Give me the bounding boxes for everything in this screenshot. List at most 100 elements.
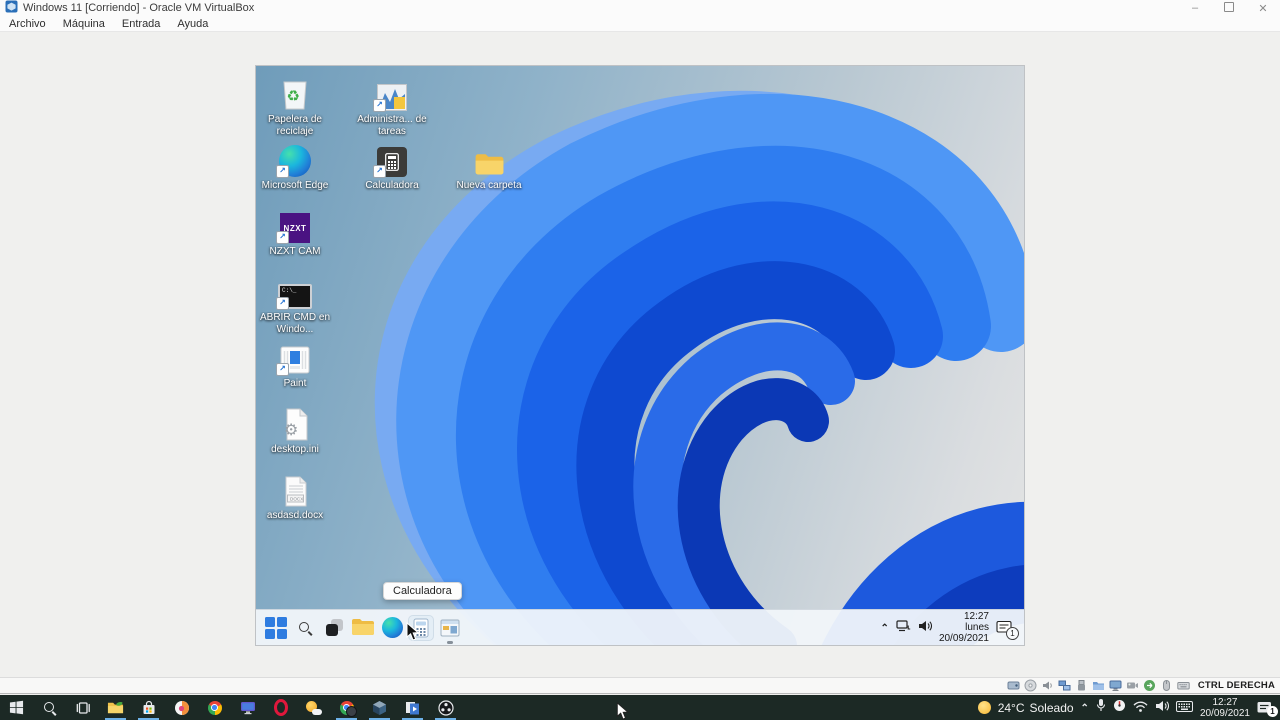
vm-taskbar-start-button[interactable] xyxy=(264,616,288,640)
virtualbox-statusbar: CTRL DERECHA xyxy=(0,677,1280,694)
weather-widget[interactable]: 24°C Soleado xyxy=(998,701,1074,715)
vm-taskbar-file-explorer[interactable] xyxy=(351,616,375,640)
status-network-icon[interactable] xyxy=(1058,679,1072,693)
desktop-icon-label: Papelera de reciclaje xyxy=(268,114,322,137)
vm-taskbar-edge-browser[interactable] xyxy=(380,616,404,640)
temperature: 24°C xyxy=(997,700,1025,715)
recycle-bin-icon: ♻ xyxy=(258,73,332,111)
vm-taskbar-task-manager-app[interactable] xyxy=(438,616,462,644)
notification-badge: 1 xyxy=(1267,706,1278,717)
desktop-icon-cmd-shortcut[interactable]: C:\_ ↗ ABRIR CMD en Windo... xyxy=(258,271,332,336)
window-title: Windows 11 [Corriendo] - Oracle VM Virtu… xyxy=(23,2,255,14)
weather-condition: Soleado xyxy=(1029,700,1074,715)
desktop-icon-task-manager-shortcut[interactable]: ↗ Administra... de tareas xyxy=(355,73,429,138)
notification-center-icon[interactable]: 1 xyxy=(996,620,1019,640)
tray-overflow-chevron-icon[interactable]: ⌃ xyxy=(881,623,889,634)
desktop-icon-label: NZXT CAM xyxy=(269,246,321,257)
vm-day: lunes xyxy=(965,622,989,633)
host-taskbar-start-button[interactable] xyxy=(0,695,33,720)
host-taskbar-obs-studio[interactable] xyxy=(429,695,462,720)
desktop-icon-paint-shortcut[interactable]: ↗ Paint xyxy=(258,337,332,390)
host-taskbar-task-view-button[interactable] xyxy=(66,695,99,720)
clock[interactable]: 12:27 lunes 20/09/2021 xyxy=(939,611,989,644)
status-recording-icon[interactable] xyxy=(1126,679,1140,693)
vm-time: 12:27 xyxy=(963,611,989,622)
desktop-icon-label: ABRIR CMD en Windo... xyxy=(259,312,330,335)
status-usb-icon[interactable] xyxy=(1075,679,1089,693)
host-taskbar-opera[interactable] xyxy=(264,695,297,720)
host-taskbar-weather-app[interactable] xyxy=(297,695,330,720)
calculator-tooltip: Calculadora xyxy=(383,582,462,600)
status-audio-icon[interactable] xyxy=(1041,679,1055,693)
host-taskbar-search-button[interactable] xyxy=(33,695,66,720)
volume-icon[interactable] xyxy=(918,619,932,637)
microphone-icon[interactable] xyxy=(1096,698,1106,717)
desktop-icon-docx-file[interactable]: DOCX asdasd.docx xyxy=(258,469,332,522)
desktop-icon-recycle-bin[interactable]: ♻ Papelera de reciclaje xyxy=(258,73,332,138)
svg-text:♻: ♻ xyxy=(287,87,300,105)
vm-system-tray: ⌃ 12:27 lunes 20/09/2021 1 xyxy=(881,610,1019,645)
screen: Windows 11 [Corriendo] - Oracle VM Virtu… xyxy=(0,0,1280,720)
status-optical-drives-icon[interactable] xyxy=(1024,679,1038,693)
desktop-icon-label: Microsoft Edge xyxy=(261,180,329,191)
status-shared-folders-icon[interactable] xyxy=(1092,679,1106,693)
wifi-icon[interactable] xyxy=(1133,699,1148,717)
minimize-button[interactable]: – xyxy=(1188,2,1202,14)
desktop-icon-label: desktop.ini xyxy=(271,444,319,455)
shortcut-arrow-icon: ↗ xyxy=(276,363,289,376)
menu-bar: Archivo Máquina Entrada Ayuda xyxy=(0,16,1280,32)
status-hard-disks-icon[interactable] xyxy=(1007,679,1021,693)
tray-overflow-chevron-icon[interactable]: ⌃ xyxy=(1081,703,1089,714)
menu-maquina[interactable]: Máquina xyxy=(63,18,105,30)
weather-sun-icon[interactable] xyxy=(977,701,991,714)
shortcut-arrow-icon: ↗ xyxy=(276,165,289,178)
status-keyboard-icon[interactable] xyxy=(1177,679,1191,693)
vm-taskbar: ⌃ 12:27 lunes 20/09/2021 1 xyxy=(256,609,1024,645)
desktop-icon-calculator-shortcut[interactable]: ↗ Calculadora xyxy=(355,139,429,192)
desktop-icon-microsoft-edge[interactable]: ↗ Microsoft Edge xyxy=(258,139,332,192)
desktop-icon-new-folder[interactable]: Nueva carpeta xyxy=(452,139,526,192)
shortcut-arrow-icon: ↗ xyxy=(373,99,386,112)
microsoft-edge-icon: ↗ xyxy=(258,139,332,178)
vm-taskbar-search-button[interactable] xyxy=(293,616,317,640)
notification-center-icon[interactable]: 1 xyxy=(1257,701,1278,717)
close-button[interactable]: ✕ xyxy=(1256,2,1270,15)
desktop-icon-desktop-ini-file[interactable]: ⚙ desktop.ini xyxy=(258,403,332,456)
maximize-button[interactable] xyxy=(1222,1,1236,15)
status-mouse-icon[interactable] xyxy=(1160,679,1174,693)
recorder-dial-icon[interactable] xyxy=(1113,699,1126,717)
vm-taskbar-task-view-button[interactable] xyxy=(322,616,346,640)
status-display-icon[interactable] xyxy=(1109,679,1123,693)
host-taskbar-microsoft-store[interactable] xyxy=(132,695,165,720)
keyboard-icon[interactable] xyxy=(1175,699,1193,717)
nzxt-cam-shortcut-icon: NZXT ↗ xyxy=(258,205,332,244)
host-system-tray: 24°C Soleado ⌃ 12:27 20/09/2021 1 xyxy=(977,695,1280,720)
task-manager-shortcut-icon: ↗ xyxy=(355,73,429,112)
vm-taskbar-calculator-app[interactable] xyxy=(409,615,433,640)
paint-shortcut-icon: ↗ xyxy=(258,337,332,376)
virtualbox-titlebar: Windows 11 [Corriendo] - Oracle VM Virtu… xyxy=(0,0,1280,16)
volume-icon[interactable] xyxy=(1155,699,1169,717)
host-taskbar-nzxt-cam[interactable] xyxy=(231,695,264,720)
shortcut-arrow-icon: ↗ xyxy=(276,231,289,244)
desktop-icon-label: Nueva carpeta xyxy=(456,180,522,191)
calculator-shortcut-icon: ↗ xyxy=(355,139,429,178)
host-date: 20/09/2021 xyxy=(1199,707,1250,719)
host-taskbar-virtualbox[interactable] xyxy=(363,695,396,720)
svg-text:DOCX: DOCX xyxy=(290,496,303,501)
host-taskbar-paint-3d[interactable] xyxy=(165,695,198,720)
shortcut-arrow-icon: ↗ xyxy=(373,165,386,178)
host-taskbar-files-app[interactable] xyxy=(99,695,132,720)
host-taskbar-chrome-profile[interactable] xyxy=(330,695,363,720)
menu-ayuda[interactable]: Ayuda xyxy=(177,18,208,30)
host-taskbar-media-app[interactable] xyxy=(396,695,429,720)
vm-display: ♻ Papelera de reciclaje ↗ Administra... de … xyxy=(256,66,1024,645)
status-features-icon[interactable] xyxy=(1143,679,1157,693)
desktop-icon-label: Paint xyxy=(283,378,307,389)
clock[interactable]: 12:27 20/09/2021 xyxy=(1200,697,1250,719)
menu-entrada[interactable]: Entrada xyxy=(122,18,161,30)
network-icon[interactable] xyxy=(896,619,911,637)
menu-archivo[interactable]: Archivo xyxy=(9,18,46,30)
host-taskbar-chrome[interactable] xyxy=(198,695,231,720)
desktop-icon-nzxt-cam-shortcut[interactable]: NZXT ↗ NZXT CAM xyxy=(258,205,332,258)
